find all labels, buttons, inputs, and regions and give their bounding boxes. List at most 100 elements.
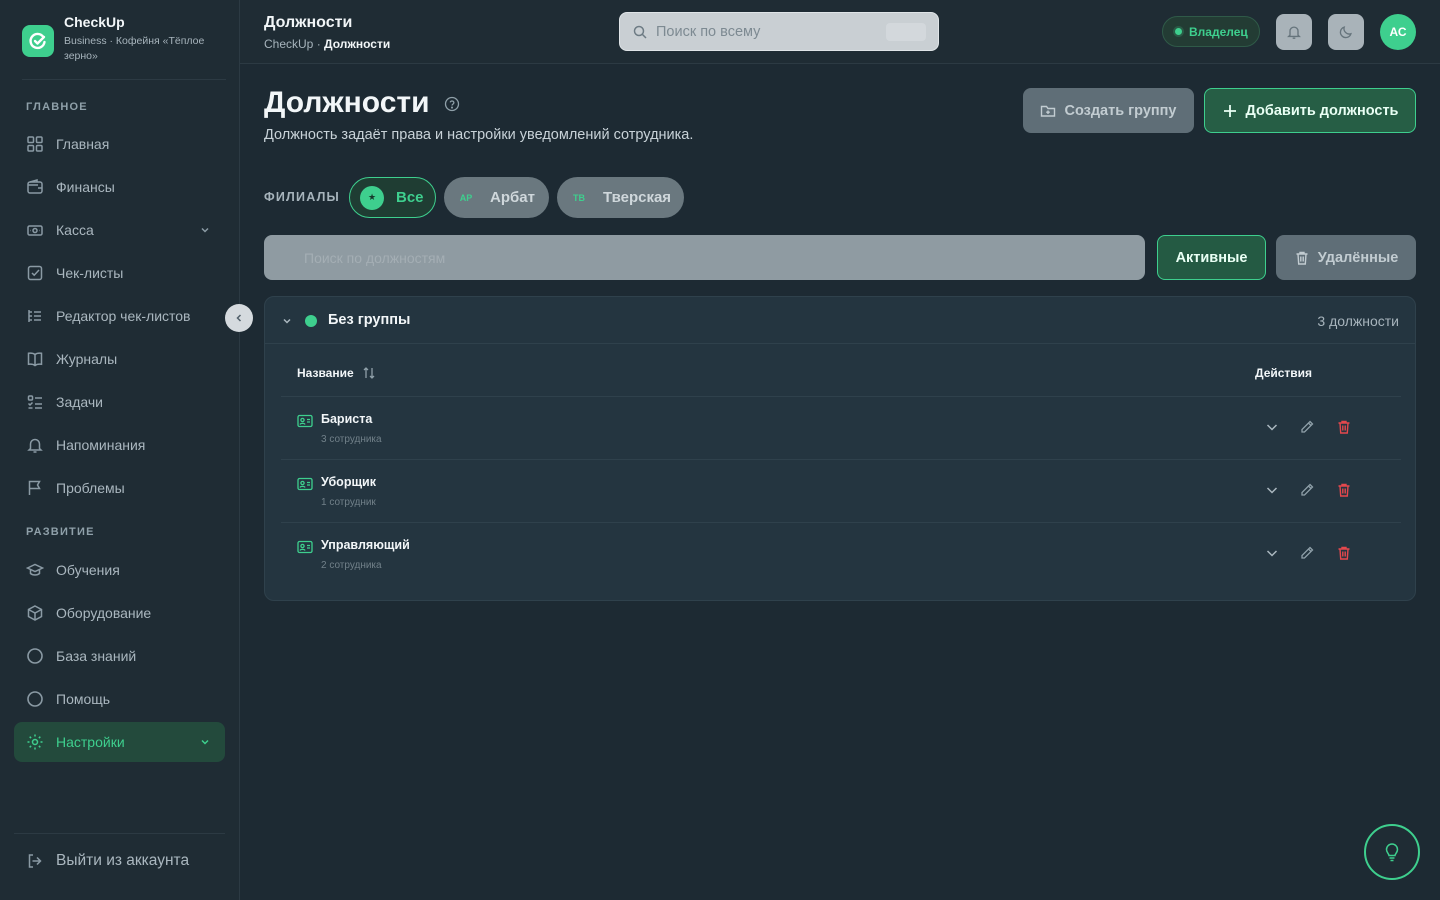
sidebar-item-settings[interactable]: Настройки (14, 722, 225, 762)
plus-icon (1223, 104, 1236, 117)
sidebar-item-equipment[interactable]: Оборудование (14, 593, 225, 633)
checkup-logo-icon (22, 25, 54, 57)
column-header-actions: Действия (1255, 366, 1313, 380)
id-card-icon (297, 477, 313, 491)
sort-icon[interactable] (362, 366, 376, 380)
trash-icon[interactable] (1336, 419, 1352, 435)
shortcut-badge (886, 23, 926, 41)
create-group-button[interactable]: Создать группу (1023, 88, 1194, 133)
sidebar-item-knowledge-base[interactable]: База знаний (14, 636, 225, 676)
position-name: Управляющий (321, 538, 410, 552)
trash-icon[interactable] (1336, 545, 1352, 561)
table-row[interactable]: Уборщик 1 сотрудник (281, 460, 1401, 523)
brand[interactable]: CheckUp Business · Кофейня «Тёплое зерно… (22, 12, 226, 80)
table-row[interactable]: Бариста 3 сотрудника (281, 397, 1401, 460)
branch-chip-label: Арбат (490, 189, 535, 206)
breadcrumb-separator: · (313, 37, 325, 51)
sidebar: CheckUp Business · Кофейня «Тёплое зерно… (0, 0, 240, 900)
sidebar-item-cash[interactable]: Касса (14, 210, 225, 250)
page-description: Должность задаёт права и настройки уведо… (264, 127, 694, 143)
sidebar-item-checklist-editor[interactable]: Редактор чек-листов (14, 296, 225, 336)
sidebar-item-label: Помощь (56, 691, 111, 707)
box-icon (27, 605, 43, 621)
position-name: Уборщик (321, 475, 376, 489)
add-position-label: Добавить должность (1245, 102, 1399, 119)
chevron-down-icon[interactable] (1264, 482, 1280, 498)
trash-icon[interactable] (1336, 482, 1352, 498)
group-color-dot (305, 315, 317, 327)
sidebar-item-tasks[interactable]: Задачи (14, 382, 225, 422)
sidebar-item-label: Проблемы (56, 480, 125, 496)
tasks-icon (27, 395, 42, 409)
chevron-down-icon[interactable] (1264, 545, 1280, 561)
position-search-input[interactable]: Поиск по должностям (264, 235, 1145, 280)
sidebar-item-home[interactable]: Главная (14, 124, 225, 164)
pencil-icon[interactable] (1299, 545, 1315, 561)
position-search-placeholder: Поиск по должностям (304, 249, 446, 266)
pencil-icon[interactable] (1299, 482, 1315, 498)
chevron-left-icon (236, 314, 242, 322)
global-search-input[interactable]: Поиск по всему (619, 12, 939, 51)
chevron-down-icon[interactable] (199, 224, 211, 236)
table-row[interactable]: Управляющий 2 сотрудника (281, 523, 1401, 586)
sidebar-item-training[interactable]: Обучения (14, 550, 225, 590)
chevron-down-icon[interactable] (199, 736, 211, 748)
brand-subtitle: Business · Кофейня «Тёплое зерно» (64, 35, 205, 62)
list-editor-icon (28, 310, 41, 322)
pencil-icon[interactable] (1299, 419, 1315, 435)
sidebar-item-label: Касса (56, 222, 94, 238)
group-count: 3 должности (1317, 313, 1399, 329)
column-header-name[interactable]: Название (297, 366, 376, 380)
notifications-button[interactable] (1276, 14, 1312, 50)
section-title-development: РАЗВИТИЕ (26, 526, 95, 538)
add-position-button[interactable]: Добавить должность (1204, 88, 1416, 133)
sidebar-item-label: Чек-листы (56, 265, 124, 281)
employee-count: 3 сотрудника (321, 434, 382, 445)
chevron-down-icon[interactable] (281, 315, 293, 327)
branch-badge: ТВ (567, 185, 591, 210)
branch-chip-label: Все (396, 189, 424, 206)
branch-chip-arbat[interactable]: АР Арбат (444, 177, 549, 218)
logout-icon (28, 854, 42, 868)
id-card-icon (297, 540, 313, 554)
sidebar-item-label: Напоминания (56, 437, 146, 453)
deleted-filter-button[interactable]: Удалённые (1276, 235, 1416, 280)
chevron-down-icon[interactable] (1264, 419, 1280, 435)
top-header: Должности CheckUp · Должности Поиск по в… (240, 0, 1440, 64)
header-title: Должности (264, 14, 353, 31)
tips-button[interactable] (1364, 824, 1420, 880)
book-icon (27, 352, 43, 367)
sidebar-item-label: Главная (56, 136, 110, 152)
sidebar-item-problems[interactable]: Проблемы (14, 468, 225, 508)
sidebar-item-help[interactable]: Помощь (14, 679, 225, 719)
role-badge[interactable]: Владелец (1162, 16, 1260, 47)
circle-icon (27, 648, 43, 664)
help-icon[interactable] (444, 96, 460, 112)
collapse-sidebar-button[interactable] (225, 304, 253, 332)
moon-icon (1339, 26, 1352, 39)
branch-chip-all[interactable]: ★ Все (349, 177, 436, 218)
group-header[interactable]: Без группы 3 должности (265, 297, 1415, 344)
active-filter-button[interactable]: Активные (1157, 235, 1266, 280)
sidebar-item-label: Редактор чек-листов (56, 308, 191, 324)
logout-button[interactable]: Выйти из аккаунта (26, 852, 189, 870)
wallet-icon (27, 179, 43, 194)
breadcrumb-root[interactable]: CheckUp (264, 37, 313, 51)
theme-toggle-button[interactable] (1328, 14, 1364, 50)
search-icon (633, 25, 647, 39)
sidebar-item-reminders[interactable]: Напоминания (14, 425, 225, 465)
role-label: Владелец (1189, 24, 1248, 39)
lightbulb-icon (1385, 843, 1399, 862)
sidebar-item-finance[interactable]: Финансы (14, 167, 225, 207)
sidebar-item-checklists[interactable]: Чек-листы (14, 253, 225, 293)
flag-icon (28, 480, 41, 495)
circle-icon (27, 691, 43, 707)
branch-chip-tverskaya[interactable]: ТВ Тверская (557, 177, 684, 218)
section-title-main: ГЛАВНОЕ (26, 101, 88, 113)
branch-chip-label: Тверская (603, 189, 672, 206)
avatar[interactable]: АС (1380, 14, 1416, 50)
employee-count: 1 сотрудник (321, 497, 376, 508)
sidebar-item-journals[interactable]: Журналы (14, 339, 225, 379)
sidebar-item-label: Обучения (56, 562, 120, 578)
brand-name: CheckUp (64, 14, 125, 30)
